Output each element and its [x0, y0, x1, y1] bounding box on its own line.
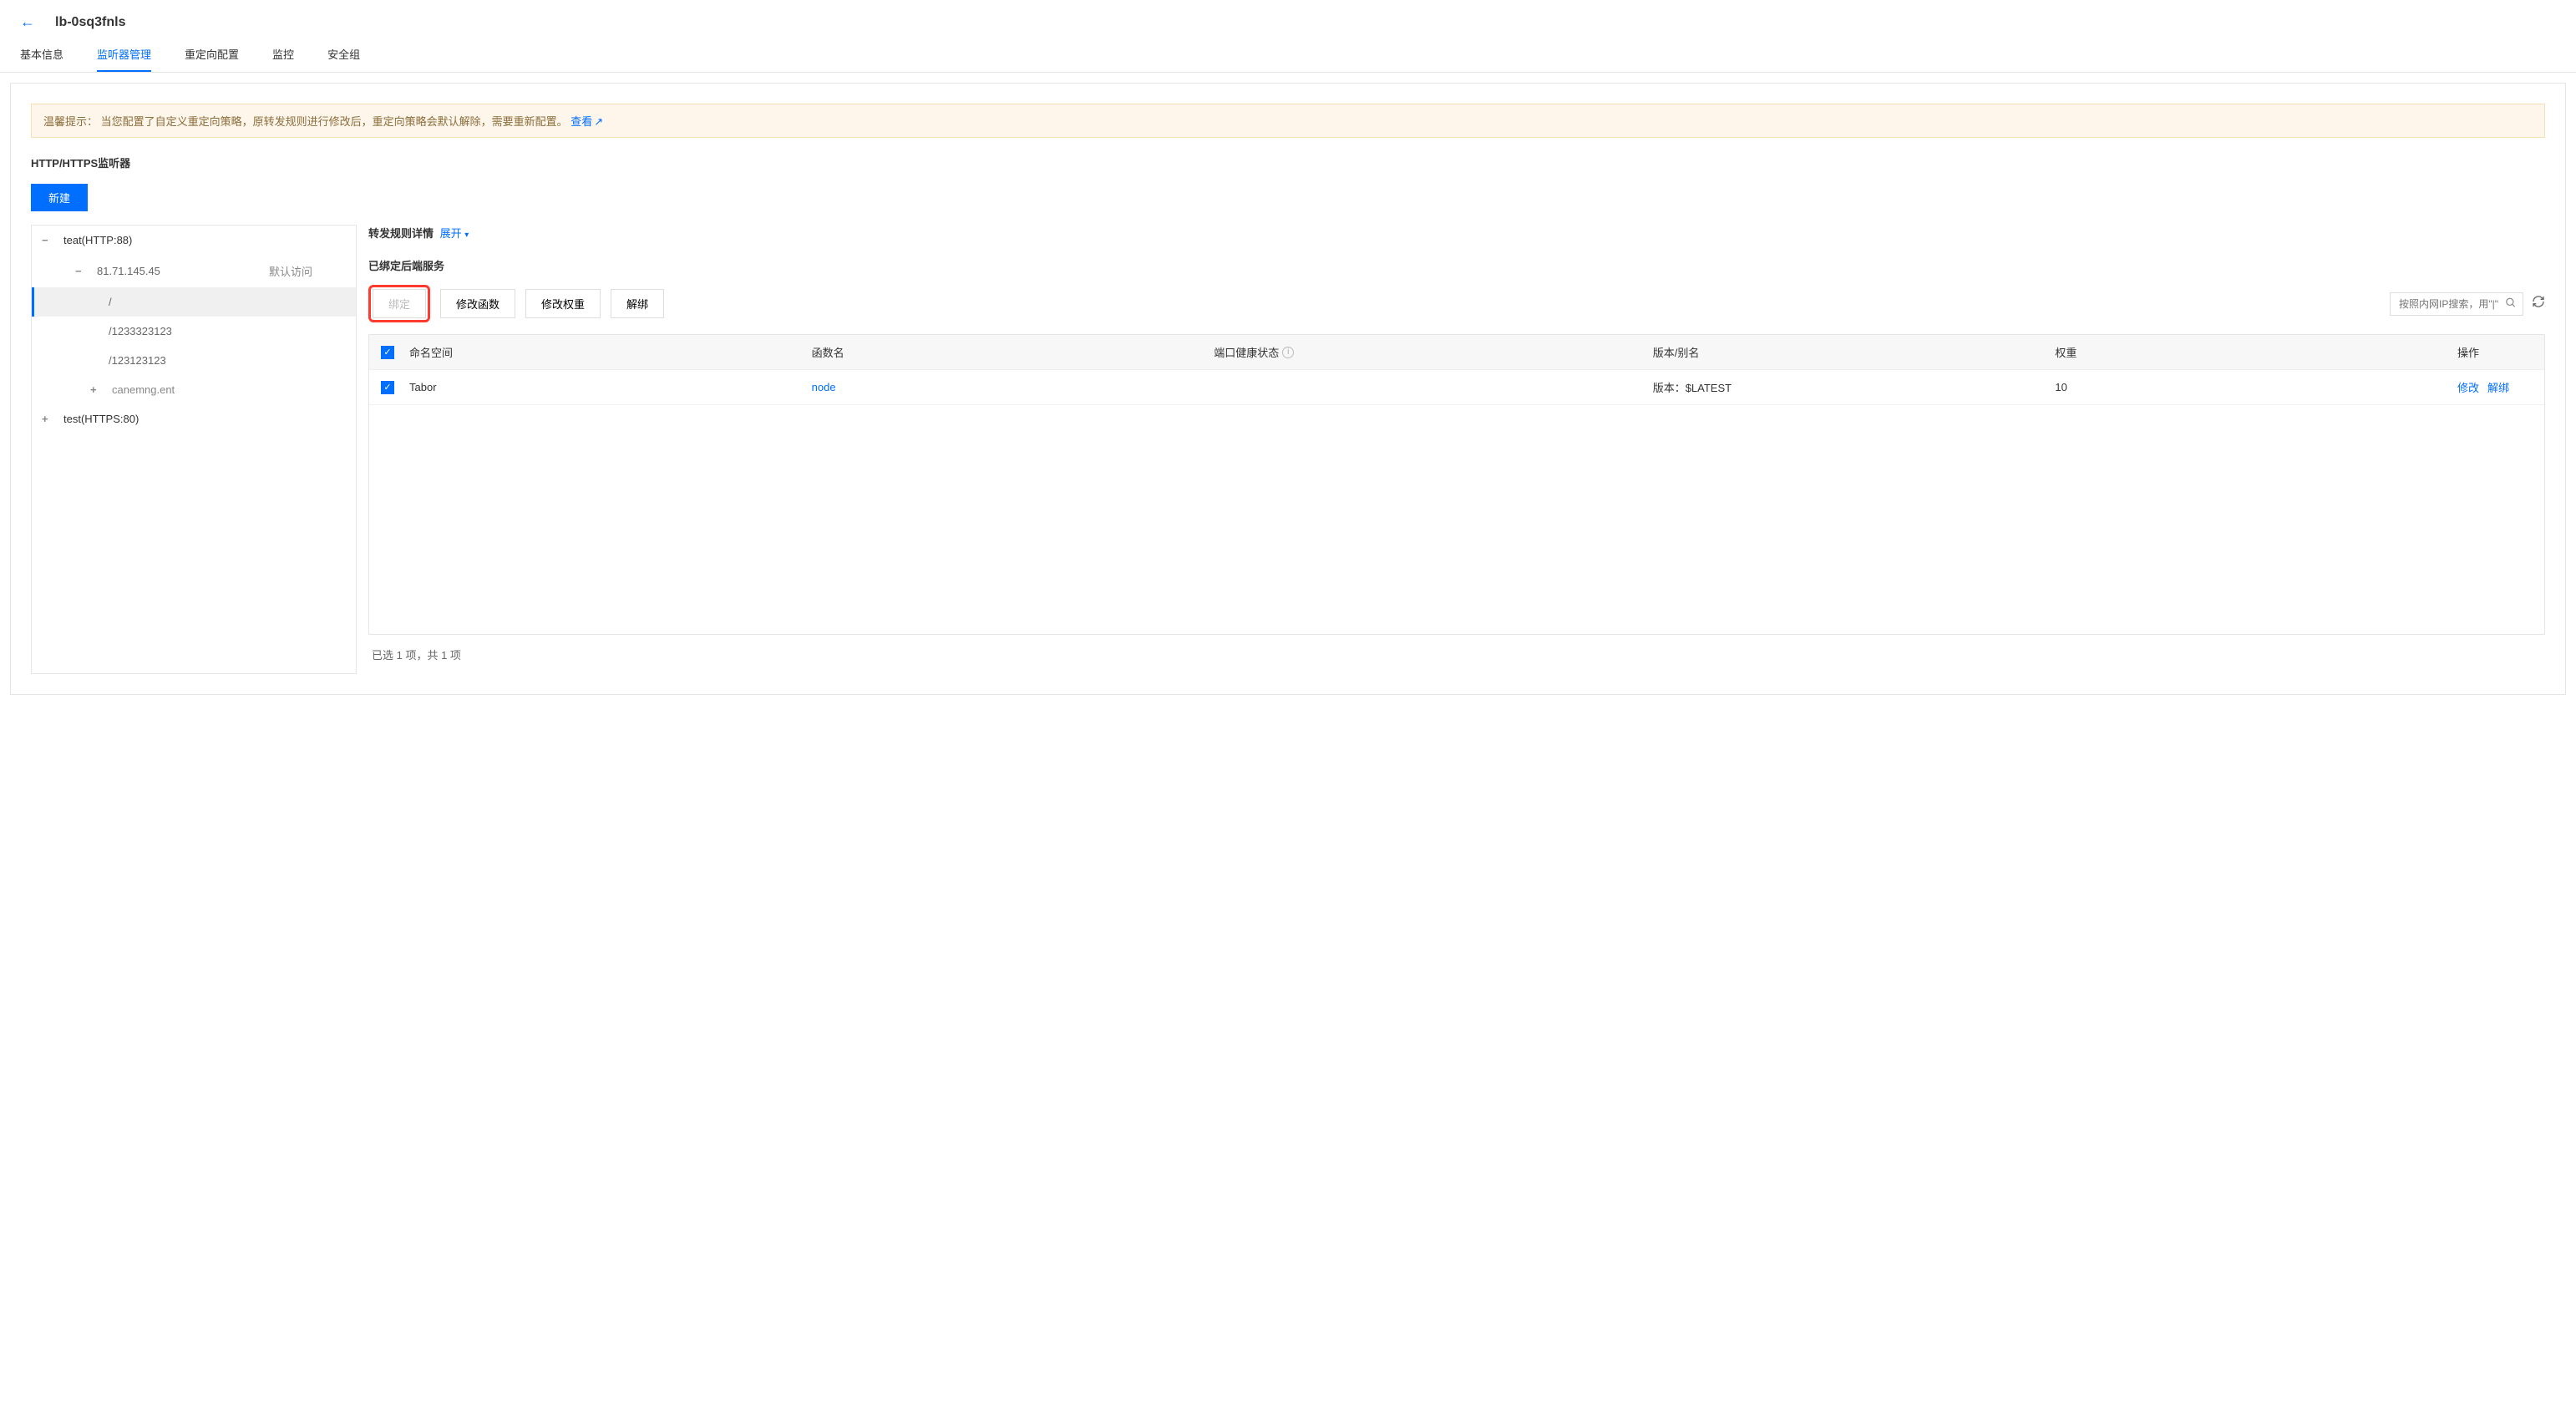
col-operation: 操作: [2457, 344, 2533, 360]
page-title: lb-0sq3fnls: [55, 15, 125, 30]
tab-monitor[interactable]: 监控: [272, 38, 294, 72]
tab-basic-info[interactable]: 基本信息: [20, 38, 63, 72]
tree-root-label: test(HTTPS:80): [63, 413, 139, 425]
tip-text: 当您配置了自定义重定向策略，原转发规则进行修改后，重定向策略会默认解除，需要重新…: [101, 115, 568, 128]
highlight-annotation: 绑定: [368, 285, 430, 322]
expand-link[interactable]: 展开 ▾: [440, 227, 469, 240]
table-header-row: ✓ 命名空间 函数名 端口健康状态 i 版本/别名 权重 操作: [369, 335, 2544, 370]
create-button[interactable]: 新建: [31, 184, 88, 211]
col-health-status: 端口健康状态 i: [1214, 344, 1652, 360]
info-icon[interactable]: i: [1282, 347, 1294, 358]
tree-ip-label: 81.71.145.45: [97, 265, 160, 277]
rule-detail-title: 转发规则详情: [368, 227, 434, 240]
tree-path-label: /1233323123: [109, 325, 172, 337]
back-arrow-icon[interactable]: ←: [20, 13, 35, 31]
modify-function-button[interactable]: 修改函数: [440, 289, 515, 318]
bound-backend-title: 已绑定后端服务: [368, 257, 2545, 273]
tree-path-1[interactable]: /1233323123: [32, 317, 356, 346]
bind-button[interactable]: 绑定: [373, 289, 426, 318]
tree-add-label: canemng.ent: [112, 383, 175, 396]
row-unbind-link[interactable]: 解绑: [2487, 379, 2509, 395]
modify-weight-button[interactable]: 修改权重: [525, 289, 601, 318]
tab-security-group[interactable]: 安全组: [327, 38, 360, 72]
selection-status: 已选 1 项，共 1 项: [368, 635, 2545, 674]
tree-root-test[interactable]: test(HTTPS:80): [32, 404, 356, 434]
listener-section-title: HTTP/HTTPS监听器: [31, 155, 2545, 170]
tree-ip-row[interactable]: 81.71.145.45 默认访问: [32, 255, 356, 287]
chevron-down-icon: ▾: [464, 231, 469, 240]
table-row: ✓ Tabor node 版本：$LATEST 10 修改 解绑: [369, 370, 2544, 405]
expand-icon[interactable]: [42, 413, 55, 425]
collapse-icon[interactable]: [75, 265, 89, 277]
default-access-tag: 默认访问: [269, 263, 312, 279]
tip-prefix: 温馨提示：: [43, 115, 98, 128]
col-weight: 权重: [2055, 344, 2457, 360]
tree-root-teat[interactable]: teat(HTTP:88): [32, 226, 356, 255]
select-all-checkbox[interactable]: ✓: [381, 346, 394, 359]
row-modify-link[interactable]: 修改: [2457, 379, 2479, 395]
collapse-icon[interactable]: [42, 234, 55, 246]
tabs-bar: 基本信息 监听器管理 重定向配置 监控 安全组: [0, 38, 2576, 73]
cell-weight: 10: [2055, 381, 2457, 393]
tree-add-row[interactable]: canemng.ent: [32, 375, 356, 404]
col-function-name: 函数名: [812, 344, 1214, 360]
tree-path-root[interactable]: /: [32, 287, 356, 317]
tree-root-label: teat(HTTP:88): [63, 234, 132, 246]
refresh-icon[interactable]: [2532, 295, 2545, 312]
tree-path-label: /123123123: [109, 354, 166, 367]
row-checkbox[interactable]: ✓: [381, 381, 394, 394]
add-icon[interactable]: [90, 383, 104, 396]
col-namespace: 命名空间: [409, 344, 812, 360]
cell-namespace: Tabor: [409, 381, 812, 393]
unbind-button[interactable]: 解绑: [611, 289, 664, 318]
tree-path-2[interactable]: /123123123: [32, 346, 356, 375]
tip-banner: 温馨提示： 当您配置了自定义重定向策略，原转发规则进行修改后，重定向策略会默认解…: [31, 104, 2545, 138]
tree-path-label: /: [109, 296, 112, 308]
tab-listener-mgmt[interactable]: 监听器管理: [97, 38, 151, 72]
cell-version: 版本：$LATEST: [1653, 379, 2056, 395]
col-version: 版本/别名: [1653, 344, 2056, 360]
listener-tree: teat(HTTP:88) 81.71.145.45 默认访问 / /12333…: [31, 225, 357, 674]
tab-redirect-config[interactable]: 重定向配置: [185, 38, 239, 72]
search-input[interactable]: [2390, 292, 2523, 316]
tip-link[interactable]: 查看: [570, 115, 592, 128]
external-link-icon: ↗: [594, 115, 603, 128]
function-name-link[interactable]: node: [812, 381, 836, 393]
